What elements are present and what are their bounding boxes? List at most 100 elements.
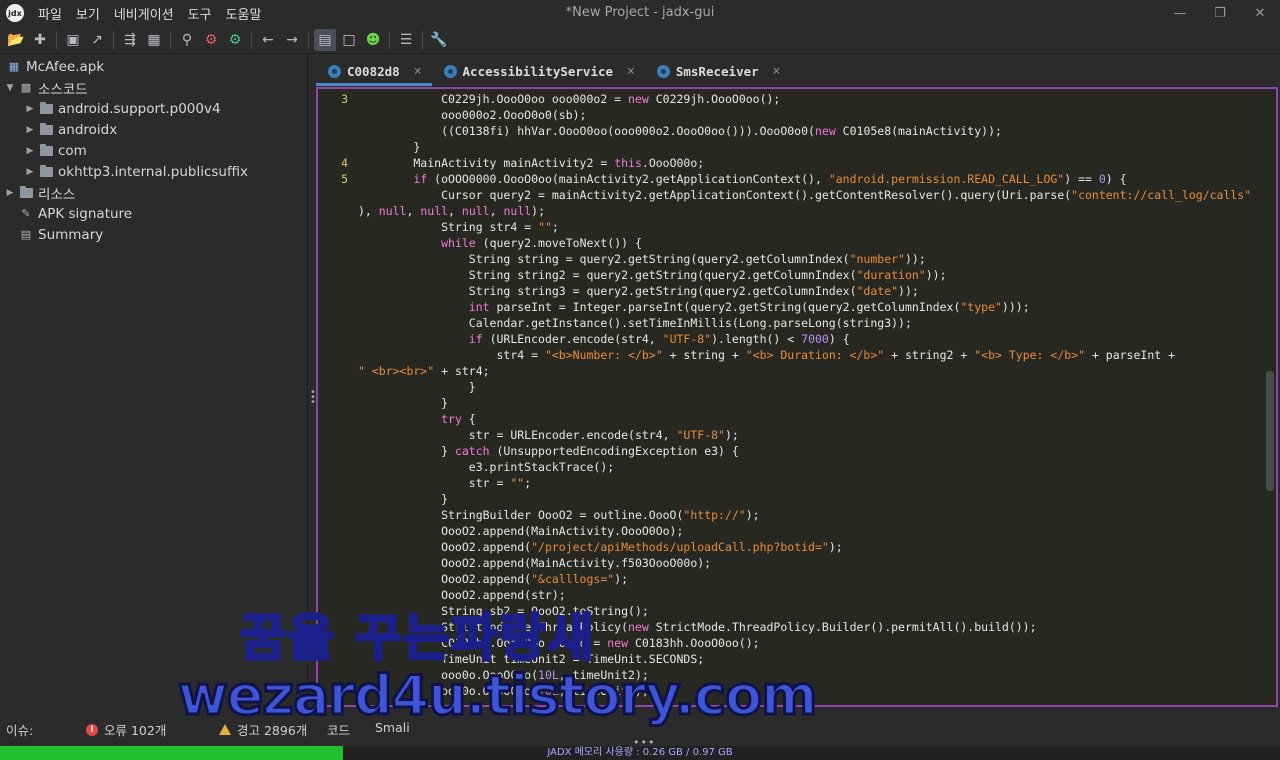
scrollbar-thumb[interactable]	[1266, 371, 1274, 491]
error-count[interactable]: ! 오류 102개	[86, 720, 166, 739]
line-number-gutter: 3 4 5	[318, 89, 354, 705]
tab-sms-receiver[interactable]: SmsReceiver ×	[645, 56, 791, 86]
code-token: (URLEncoder.encode(str4,	[482, 332, 663, 346]
menu-view[interactable]: 보기	[70, 2, 106, 25]
chevron-right-icon[interactable]: ▶	[24, 125, 36, 135]
code-token: e3.printStackTrace();	[358, 460, 615, 474]
class-search-icon[interactable]: ⚙	[200, 29, 222, 51]
text-search-icon[interactable]: ⚲	[176, 29, 198, 51]
preferences-icon[interactable]: 🔧	[428, 29, 450, 51]
code-token: str = URLEncoder.encode(str4,	[358, 428, 677, 442]
code-token: ) {	[828, 332, 850, 346]
code-token: ),	[358, 204, 379, 218]
add-files-icon[interactable]: ✚	[29, 29, 51, 51]
tab-c0082d8[interactable]: C0082d8 ×	[316, 56, 432, 86]
code-token: );	[614, 572, 629, 586]
code-token: "/project/apiMethods/uploadCall.php?boti…	[531, 540, 829, 554]
code-line: String string = query2.getString(query2.…	[358, 252, 926, 266]
code-token: "number"	[849, 252, 905, 266]
decompile-mode-icon[interactable]: ▤	[314, 28, 336, 51]
close-icon[interactable]: ✕	[1240, 0, 1280, 26]
code-editor[interactable]: 3 4 5 C0229jh.OooO0oo ooo000o2 = new C0229…	[316, 87, 1278, 707]
log-viewer-icon[interactable]: ☰	[395, 29, 417, 51]
code-token: "duration"	[856, 268, 926, 282]
code-line: String string3 = query2.getString(query2…	[358, 284, 919, 298]
close-icon[interactable]: ×	[773, 64, 781, 79]
code-token: ooo0o.OooO0oo(	[358, 668, 539, 682]
export-icon[interactable]: ↗	[86, 29, 108, 51]
code-token: ).length() <	[711, 332, 802, 346]
toolbar-divider	[251, 30, 252, 49]
restore-icon[interactable]: ❐	[1200, 0, 1240, 26]
usage-search-icon[interactable]: ⚙	[224, 29, 246, 51]
chevron-down-icon[interactable]: ▼	[4, 83, 16, 93]
code-token: str =	[358, 476, 511, 490]
tab-accessibility-service[interactable]: AccessibilityService ×	[432, 56, 645, 86]
tree-item-resources[interactable]: ▶ 리소스	[4, 182, 75, 203]
code-token: }	[358, 140, 421, 154]
menu-tools[interactable]: 도구	[182, 2, 218, 25]
chevron-right-icon[interactable]: ▶	[4, 188, 16, 198]
tree-item-label: com	[58, 142, 87, 159]
minimize-icon[interactable]: —	[1160, 0, 1200, 26]
menu-help[interactable]: 도움말	[220, 2, 268, 25]
tree-item-apk-signature[interactable]: ✎ APK signature	[16, 203, 132, 224]
code-line: Cursor query2 = mainActivity2.getApplica…	[358, 188, 1251, 202]
save-all-icon[interactable]: ▣	[62, 29, 84, 51]
menu-file[interactable]: 파일	[32, 2, 68, 25]
code-token: , timeUnit2);	[558, 668, 649, 682]
code-token: .OooO00o;	[641, 156, 705, 170]
menu-bar: 파일 보기 네비게이션 도구 도움말	[32, 2, 267, 25]
menu-navigation[interactable]: 네비게이션	[108, 2, 180, 25]
close-icon[interactable]: ×	[414, 64, 422, 79]
toolbar-divider	[170, 30, 171, 49]
tree-item-package[interactable]: ▶ okhttp3.internal.publicsuffix	[24, 161, 248, 182]
tree-root-label: McAfee.apk	[26, 58, 105, 75]
chevron-right-icon[interactable]: ▶	[24, 167, 36, 177]
code-token: );	[531, 204, 546, 218]
code-line: ooo0o.OooO0oo(10L, timeUnit2);	[358, 668, 649, 682]
debugger-icon[interactable]: ☻	[362, 29, 384, 51]
folder-icon	[18, 185, 34, 200]
tab-code[interactable]: 코드	[327, 720, 350, 739]
code-token: ooo000o2.OooO0o0(sb);	[358, 108, 587, 122]
deobfuscation-icon[interactable]: □	[338, 29, 360, 51]
sync-with-editor-icon[interactable]: ⇶	[119, 29, 141, 51]
toolbar-divider	[389, 30, 390, 49]
tree-root-apk[interactable]: ▦ McAfee.apk	[4, 56, 104, 77]
folder-icon	[38, 143, 54, 158]
chevron-right-icon[interactable]: ▶	[24, 104, 36, 114]
tree-item-package[interactable]: ▶ android.support.p000v4	[24, 98, 221, 119]
vertical-scrollbar[interactable]	[1266, 89, 1274, 705]
code-token: ,	[448, 204, 462, 218]
tree-item-source[interactable]: ▼ ▩ 소스코드	[4, 77, 88, 98]
open-project-icon[interactable]: 📂	[5, 29, 27, 51]
code-token: "<b>Number: </b>"	[544, 348, 663, 362]
forward-icon[interactable]: →	[281, 29, 303, 51]
code-token: C0183hh.OooO0oo();	[628, 636, 760, 650]
code-token: );	[745, 508, 760, 522]
code-token: 0	[1098, 172, 1106, 186]
code-token: ,	[489, 204, 504, 218]
code-token: }	[358, 396, 449, 410]
error-icon: !	[86, 723, 98, 736]
tree-item-package[interactable]: ▶ com	[24, 140, 87, 161]
back-icon[interactable]: ←	[257, 29, 279, 51]
tab-smali[interactable]: Smali	[375, 720, 410, 735]
code-token: while	[441, 236, 476, 250]
close-icon[interactable]: ×	[627, 64, 635, 79]
code-token: ""	[510, 476, 525, 490]
tree-item-package[interactable]: ▶ androidx	[24, 119, 118, 140]
code-token: 7000	[801, 332, 829, 346]
warning-count[interactable]: 경고 2896개	[219, 720, 307, 739]
tree-item-label: androidx	[58, 121, 118, 138]
code-token: parseInt = Integer.parseInt(query2.getSt…	[489, 300, 961, 314]
code-line: String str4 = "";	[358, 220, 559, 234]
code-line: e3.printStackTrace();	[358, 460, 614, 474]
code-token: "android.permission.READ_CALL_LOG"	[828, 172, 1065, 186]
chevron-right-icon[interactable]: ▶	[24, 146, 36, 156]
flatten-packages-icon[interactable]: ▦	[143, 29, 165, 51]
tree-item-summary[interactable]: ▤ Summary	[16, 224, 103, 245]
